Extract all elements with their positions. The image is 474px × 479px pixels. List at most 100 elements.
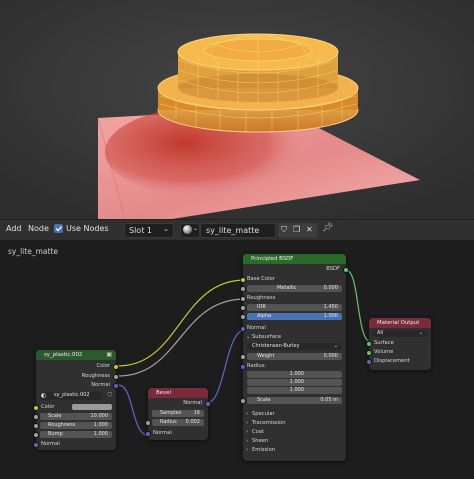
- metallic-value: 0.000: [323, 285, 338, 291]
- socket-metallic[interactable]: [240, 286, 246, 292]
- plastic-group-node[interactable]: sy_plastic.002 ▣ Color Roughness Normal …: [33, 350, 119, 450]
- subsurface-method-dropdown[interactable]: Christensen-Burley ⌄: [247, 343, 342, 350]
- metallic-label: Metallic: [277, 285, 297, 291]
- scale-label: Scale: [257, 397, 271, 403]
- ior-value: 1.450: [323, 304, 338, 310]
- base-color-label: Base Color: [247, 276, 275, 282]
- node-header: Principled BSDF: [243, 254, 346, 264]
- node-group-selector[interactable]: ◐ sy_plastic.002: [40, 392, 102, 400]
- material-browse-button[interactable]: ⌄: [180, 223, 200, 238]
- socket-normal-in[interactable]: [33, 442, 39, 448]
- socket-ior[interactable]: [240, 305, 246, 311]
- use-nodes-checkbox[interactable]: [54, 224, 63, 233]
- close-icon[interactable]: ✕: [306, 225, 313, 234]
- subsurface-panel[interactable]: ⌄ Subsurface: [243, 333, 346, 341]
- transmission-panel[interactable]: › Transmission: [243, 419, 346, 427]
- menu-node[interactable]: Node: [28, 224, 49, 233]
- link-color-basecolor: [117, 279, 246, 367]
- fake-user-shield-icon[interactable]: ⛉: [107, 392, 112, 400]
- chevron-right-icon: ›: [246, 420, 249, 426]
- socket-color-in[interactable]: [33, 405, 39, 411]
- output-target-dropdown[interactable]: All ⌄: [373, 330, 427, 337]
- scale-field[interactable]: Scale 10.000: [33, 413, 112, 420]
- socket-alpha[interactable]: [240, 314, 246, 320]
- alpha-field[interactable]: Alpha 1.000: [240, 313, 342, 320]
- socket-bump-in[interactable]: [33, 432, 39, 438]
- socket-radius-in[interactable]: [145, 420, 151, 426]
- samples-label: Samples: [160, 410, 182, 416]
- slot-value: Slot 1: [129, 226, 152, 235]
- link-bsdf-surface: [345, 269, 372, 343]
- out-normal-label: Normal: [183, 400, 202, 406]
- principled-bsdf-node[interactable]: Principled BSDF BSDF Base Color Metallic…: [240, 254, 349, 461]
- socket-normal-in[interactable]: [145, 431, 151, 437]
- bevel-node[interactable]: Bevel Normal Samples 16 Radius 0.002 Nor…: [145, 388, 211, 440]
- scale-field[interactable]: Scale 0.05 m: [240, 397, 342, 404]
- scale-value: 10.000: [90, 413, 109, 419]
- slot-dropdown[interactable]: Slot 1 ⌄: [124, 223, 174, 238]
- radius-field[interactable]: Radius 0.002: [145, 419, 204, 426]
- fake-user-shield-icon[interactable]: ⛉: [281, 225, 287, 235]
- radius-y-field[interactable]: 1.000: [247, 379, 342, 386]
- alpha-label: Alpha: [257, 313, 272, 319]
- coat-panel[interactable]: › Coat: [243, 428, 346, 436]
- radius-label: Radius: [160, 419, 177, 425]
- output-bsdf-label: BSDF: [326, 266, 340, 272]
- chevron-right-icon: ›: [246, 429, 249, 435]
- material-name-field[interactable]: sy_lite_matte: [200, 223, 276, 238]
- socket-volume[interactable]: [366, 350, 372, 356]
- material-actions: ⛉ ❐ ✕: [278, 223, 318, 238]
- viewport-scene: [0, 0, 474, 219]
- material-output-node[interactable]: Material Output All ⌄ Surface Volume Dis…: [366, 318, 431, 370]
- surface-label: Surface: [374, 340, 394, 346]
- checkmark-icon: [55, 226, 62, 232]
- weight-field[interactable]: Weight 0.000: [240, 353, 342, 360]
- node-header: Bevel: [148, 388, 208, 398]
- socket-base-color[interactable]: [240, 277, 246, 283]
- scale-label: Scale: [48, 413, 62, 419]
- ior-field[interactable]: IOR 1.450: [240, 304, 342, 311]
- socket-bsdf-out[interactable]: [343, 267, 349, 273]
- node-editor-canvas[interactable]: sy_lite_matte Principled BSDF BSDF Base …: [0, 240, 474, 479]
- socket-surface[interactable]: [366, 341, 372, 347]
- roughness-field[interactable]: Roughness 1.000: [33, 422, 112, 429]
- 3d-viewport[interactable]: [0, 0, 474, 219]
- socket-normal-out[interactable]: [205, 401, 211, 407]
- in-normal-label: Normal: [153, 430, 172, 436]
- samples-value: 16: [193, 410, 200, 416]
- weight-value: 0.000: [323, 353, 338, 359]
- socket-normal[interactable]: [240, 326, 246, 332]
- specular-label: Specular: [252, 411, 275, 417]
- out-color-label: Color: [96, 363, 110, 369]
- bump-label: Bump: [48, 431, 63, 437]
- radius-x-field[interactable]: 1.000: [247, 371, 342, 378]
- radius-x-value: 1.000: [289, 371, 304, 377]
- displacement-label: Displacement: [374, 358, 410, 364]
- specular-panel[interactable]: › Specular: [243, 410, 346, 418]
- socket-color-out[interactable]: [113, 364, 119, 370]
- chevron-down-icon: ⌄: [246, 334, 251, 340]
- bump-field[interactable]: Bump 1.000: [33, 431, 112, 438]
- samples-field[interactable]: Samples 16: [152, 410, 204, 417]
- chevron-down-icon: ⌄: [163, 225, 169, 233]
- socket-radius[interactable]: [240, 364, 246, 370]
- scale-value: 0.05 m: [320, 397, 338, 403]
- menu-add[interactable]: Add: [6, 224, 22, 233]
- duplicate-icon[interactable]: ❐: [293, 225, 300, 234]
- socket-roughness-out[interactable]: [113, 374, 119, 380]
- metallic-field[interactable]: Metallic 0.000: [240, 285, 342, 292]
- sheen-panel[interactable]: › Sheen: [243, 437, 346, 445]
- socket-scale[interactable]: [240, 398, 246, 404]
- socket-weight[interactable]: [240, 354, 246, 360]
- socket-normal-out[interactable]: [113, 383, 119, 389]
- out-roughness-label: Roughness: [81, 373, 110, 379]
- emission-panel[interactable]: › Emission: [243, 446, 346, 454]
- volume-label: Volume: [374, 349, 394, 355]
- socket-scale-in[interactable]: [33, 414, 39, 420]
- pin-icon[interactable]: 📌︎: [322, 223, 333, 233]
- socket-displacement[interactable]: [366, 359, 372, 365]
- socket-roughness[interactable]: [240, 296, 246, 302]
- color-swatch[interactable]: [72, 404, 112, 410]
- radius-z-field[interactable]: 1.000: [247, 387, 342, 394]
- socket-roughness-in[interactable]: [33, 423, 39, 429]
